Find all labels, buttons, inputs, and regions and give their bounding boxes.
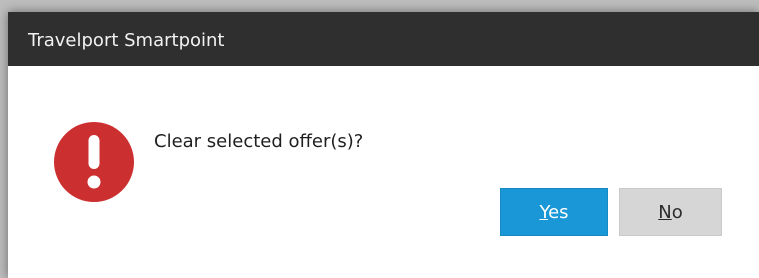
no-mnemonic: N xyxy=(658,202,672,223)
yes-label-rest: es xyxy=(548,202,569,223)
yes-button[interactable]: Yes xyxy=(500,188,608,236)
dialog-titlebar[interactable]: Travelport Smartpoint xyxy=(8,12,759,66)
no-label-rest: o xyxy=(671,202,683,223)
no-button[interactable]: No xyxy=(619,188,722,236)
confirm-dialog: Travelport Smartpoint Clear selected off… xyxy=(8,12,759,278)
error-exclamation-icon xyxy=(54,122,134,202)
yes-button-label: Yes xyxy=(539,202,568,223)
dialog-message: Clear selected offer(s)? xyxy=(154,131,364,152)
no-button-label: No xyxy=(658,202,682,223)
dialog-title: Travelport Smartpoint xyxy=(28,30,225,51)
yes-mnemonic: Y xyxy=(539,202,549,223)
dialog-body: Clear selected offer(s)? Yes No xyxy=(8,66,759,278)
screen-backdrop: Travelport Smartpoint Clear selected off… xyxy=(0,0,759,278)
